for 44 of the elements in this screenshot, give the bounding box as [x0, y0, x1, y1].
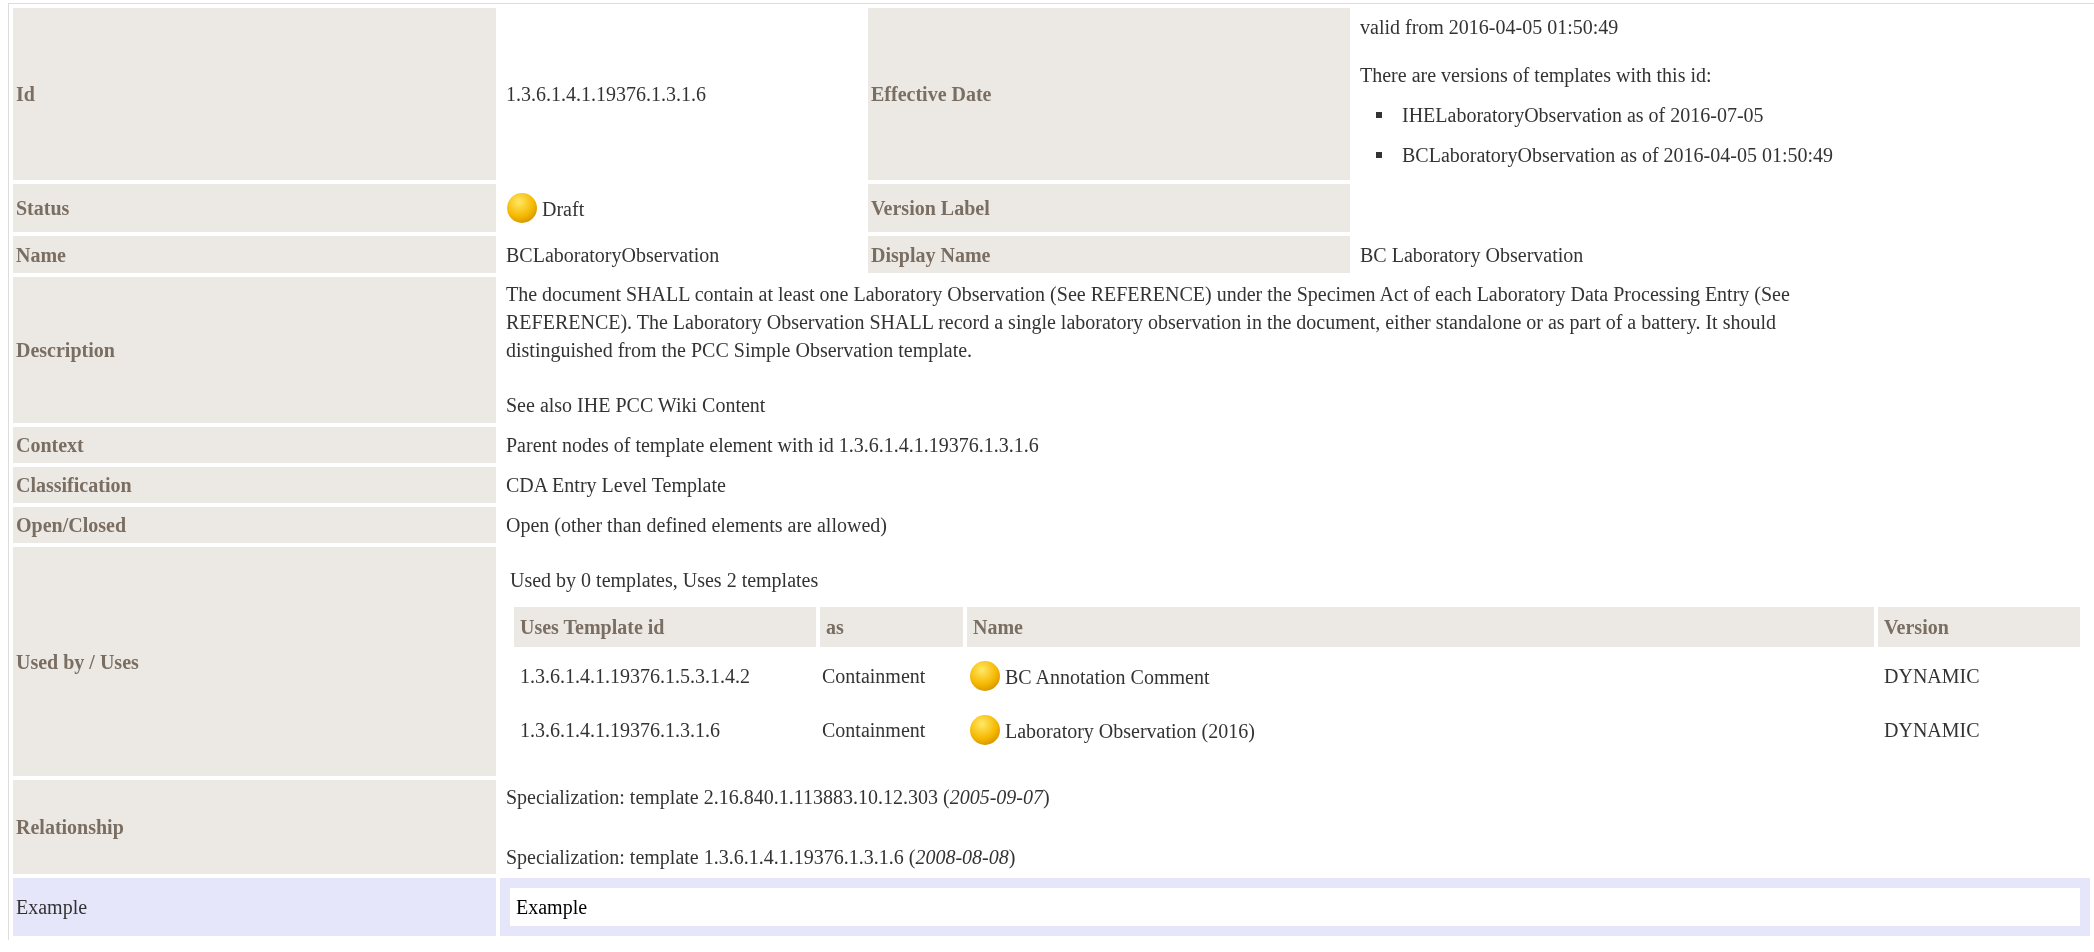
- table-cell: Containment: [822, 718, 926, 741]
- field-label: Name: [16, 243, 66, 266]
- field-label: Open/Closed: [16, 514, 127, 536]
- column-header: Version: [1884, 615, 1949, 638]
- display-name-value: BC Laboratory Observation: [1360, 243, 1584, 266]
- field-label: Description: [16, 339, 115, 361]
- field-label: Relationship: [16, 816, 124, 838]
- table-cell: DYNAMIC: [1884, 718, 1980, 741]
- versions-intro: There are versions of templates with this id:: [1360, 63, 1713, 89]
- field-label: Classification: [16, 474, 132, 496]
- table-cell-text: Laboratory Observation (2016): [1005, 718, 1255, 745]
- description-text: The document SHALL contain at least one Laboratory Observation (See REFERENCE) under the Specimen Act of each Laboratory Data Processing Entry (See REFERENCE). The Laboratory Observation SHALL record a single laboratory observation in the document, either standalone or as part of a battery. It should distinguished from the PCC Simple Observation template.: [506, 282, 1790, 364]
- usage-summary: Used by 0 templates, Uses 2 templates: [510, 567, 819, 594]
- version-item: IHELaboratoryObservation as of 2016-07-05: [1402, 103, 1764, 129]
- relationship-text: Specialization: template 2.16.840.1.113883.10.12.303 (2005-09-07): [506, 785, 1050, 811]
- field-value: Parent nodes of template element with id 1.3.6.1.4.1.19376.1.3.1.6: [506, 434, 1039, 456]
- table-cell-text: BC Annotation Comment: [1005, 664, 1210, 690]
- field-label: Display Name: [871, 243, 991, 266]
- bullet-icon: [1376, 112, 1382, 118]
- column-header: Uses Template id: [520, 615, 665, 638]
- field-value: CDA Entry Level Template: [506, 474, 726, 496]
- version-item: BCLaboratoryObservation as of 2016-04-05 01:50:49: [1402, 143, 1834, 169]
- column-header: Name: [973, 615, 1023, 638]
- see-also-text: See also IHE PCC Wiki Content: [506, 393, 766, 418]
- field-label: Id: [16, 83, 35, 105]
- valid-from-text: valid from 2016-04-05 01:50:49: [1360, 15, 1620, 40]
- field-value: Open (other than defined elements are allowed): [506, 514, 887, 536]
- field-label: Effective Date: [871, 83, 992, 105]
- table-cell: DYNAMIC: [1884, 664, 1980, 687]
- column-header: as: [826, 615, 844, 638]
- table-cell: 1.3.6.1.4.1.19376.1.5.3.1.4.2: [520, 664, 750, 687]
- relationship-text: Specialization: template 1.3.6.1.4.1.19376.1.3.1.6 (2008-08-08): [506, 845, 1016, 871]
- example-text: Example: [516, 896, 588, 918]
- name-value: BCLaboratoryObservation: [506, 243, 720, 266]
- field-label: Version Label: [871, 197, 990, 219]
- field-label: Used by / Uses: [16, 650, 139, 673]
- field-label: Status: [16, 197, 70, 219]
- status-value: Draft: [542, 197, 585, 222]
- table-cell: Containment: [822, 664, 926, 687]
- field-label: Context: [16, 434, 84, 456]
- field-label: Example: [16, 896, 88, 918]
- template-id: 1.3.6.1.4.1.19376.1.3.1.6: [506, 83, 706, 105]
- table-cell: 1.3.6.1.4.1.19376.1.3.1.6: [520, 718, 720, 741]
- bullet-icon: [1376, 152, 1382, 158]
